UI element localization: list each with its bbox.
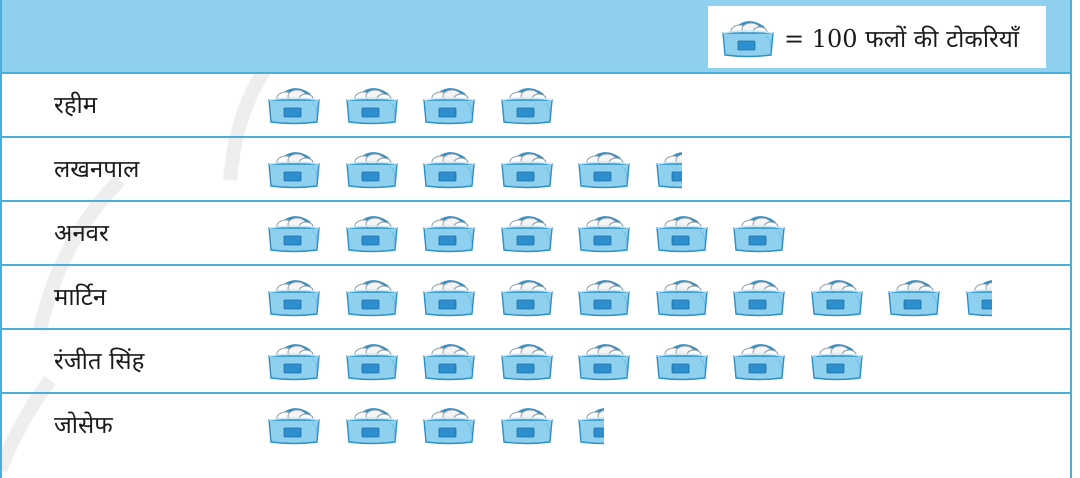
fruit-basket-icon	[500, 88, 553, 125]
row-label: लखनपाल	[54, 155, 140, 183]
fruit-basket-icon	[268, 280, 320, 317]
table-row: रहीम	[0, 74, 1072, 138]
fruit-basket-icon	[722, 21, 774, 58]
fruit-basket-icon	[500, 344, 553, 381]
fruit-basket-icon	[345, 344, 398, 381]
fruit-basket-icon	[578, 216, 630, 253]
fruit-basket-icon	[500, 216, 553, 253]
row-label: रहीम	[54, 91, 98, 119]
half-fruit-basket-icon	[578, 408, 604, 445]
fruit-basket-icon	[345, 280, 398, 317]
table-row: जोसेफ	[0, 394, 1072, 458]
fruit-basket-icon	[578, 344, 630, 381]
fruit-basket-icon	[345, 88, 398, 125]
fruit-basket-icon	[810, 280, 863, 317]
fruit-basket-icon	[268, 344, 320, 381]
table-row: रंजीत सिंह	[0, 330, 1072, 394]
fruit-basket-icon	[500, 152, 553, 189]
half-fruit-basket-icon	[965, 280, 992, 317]
fruit-basket-icon	[655, 344, 708, 381]
fruit-basket-icon	[655, 280, 708, 317]
fruit-basket-icon	[423, 152, 475, 189]
legend-key: = 100 फलों की टोकरियाँ	[708, 6, 1046, 68]
fruit-basket-icon	[268, 152, 320, 189]
fruit-basket-icon	[733, 344, 785, 381]
fruit-basket-icon	[345, 216, 398, 253]
fruit-basket-icon	[888, 280, 940, 317]
fruit-basket-icon	[345, 408, 398, 445]
fruit-basket-icon	[733, 280, 785, 317]
half-fruit-basket-icon	[655, 152, 682, 189]
fruit-basket-icon	[810, 344, 863, 381]
table-header: = 100 फलों की टोकरियाँ	[0, 0, 1072, 72]
row-label: रंजीत सिंह	[54, 347, 145, 375]
row-label: मार्टिन	[54, 283, 107, 311]
fruit-basket-icon	[423, 280, 475, 317]
fruit-basket-icon	[268, 216, 320, 253]
fruit-basket-icon	[578, 152, 630, 189]
row-label: जोसेफ	[54, 411, 113, 439]
table-row: अनवर	[0, 202, 1072, 266]
fruit-basket-icon	[578, 280, 630, 317]
fruit-basket-icon	[268, 88, 320, 125]
table-row: लखनपाल	[0, 138, 1072, 202]
row-label: अनवर	[54, 219, 109, 247]
fruit-basket-icon	[423, 344, 475, 381]
fruit-basket-icon	[345, 152, 398, 189]
right-border	[1070, 0, 1072, 478]
fruit-basket-icon	[733, 216, 785, 253]
fruit-basket-icon	[423, 88, 475, 125]
fruit-basket-icon	[500, 280, 553, 317]
fruit-basket-icon	[268, 408, 320, 445]
fruit-basket-icon	[655, 216, 708, 253]
legend-key-text: = 100 फलों की टोकरियाँ	[784, 25, 1019, 53]
fruit-basket-icon	[500, 408, 553, 445]
left-border	[0, 0, 2, 478]
table-row: मार्टिन	[0, 266, 1072, 330]
fruit-basket-icon	[423, 216, 475, 253]
fruit-basket-icon	[423, 408, 475, 445]
